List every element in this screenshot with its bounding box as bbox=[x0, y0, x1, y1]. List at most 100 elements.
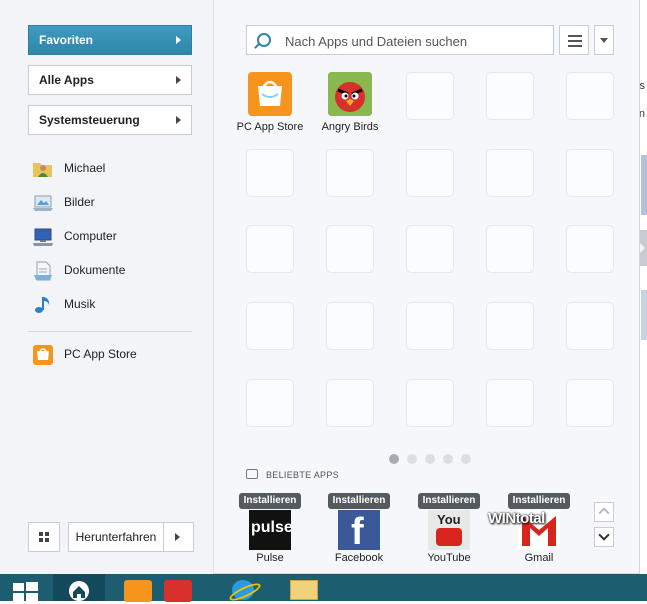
youtube-tube-mark bbox=[436, 528, 462, 546]
nav-favorites-label: Favoriten bbox=[39, 33, 94, 47]
place-item-musik[interactable]: Musik bbox=[32, 293, 192, 317]
shutdown-button[interactable]: Herunterfahren bbox=[68, 522, 164, 552]
popular-app-facebook: Installieren f Facebook bbox=[319, 492, 399, 564]
facebook-icon: f bbox=[338, 510, 380, 550]
nav-control-panel-label: Systemsteuerung bbox=[39, 113, 140, 127]
chevron-right-icon bbox=[176, 36, 181, 44]
scroll-up-button[interactable] bbox=[594, 502, 614, 522]
windows-start-button[interactable] bbox=[0, 574, 44, 601]
background-strip bbox=[641, 290, 647, 340]
youtube-icon: You bbox=[428, 510, 470, 550]
place-label: Musik bbox=[64, 297, 96, 311]
empty-tile-slot[interactable] bbox=[326, 225, 374, 273]
place-label: Computer bbox=[64, 229, 117, 243]
empty-tile-slot[interactable] bbox=[566, 225, 614, 273]
place-label: Michael bbox=[64, 161, 106, 175]
empty-tile-slot[interactable] bbox=[246, 379, 294, 427]
empty-tile-slot[interactable] bbox=[406, 225, 454, 273]
chevron-right-icon bbox=[176, 76, 181, 84]
taskbar bbox=[0, 574, 647, 604]
empty-tile-slot[interactable] bbox=[566, 72, 614, 120]
taskbar-internet-explorer[interactable] bbox=[222, 574, 266, 604]
app-name: Facebook bbox=[334, 552, 384, 564]
empty-tile-slot[interactable] bbox=[486, 72, 534, 120]
empty-tile-slot[interactable] bbox=[566, 302, 614, 350]
folder-icon bbox=[290, 580, 318, 600]
install-button[interactable]: Installieren bbox=[417, 493, 481, 509]
place-item-bilder[interactable]: Bilder bbox=[32, 191, 192, 215]
shutdown-options-button[interactable] bbox=[164, 522, 194, 552]
shopping-bag-icon bbox=[246, 469, 258, 479]
page-dot[interactable] bbox=[443, 454, 453, 464]
search-icon bbox=[257, 33, 271, 47]
divider bbox=[28, 331, 192, 332]
empty-tile-slot[interactable] bbox=[486, 302, 534, 350]
background-strip bbox=[641, 155, 647, 215]
watermark: WINtotal bbox=[488, 510, 545, 527]
favorite-app-angry-birds[interactable]: Angry Birds bbox=[310, 72, 390, 133]
popular-app-gmail: Installieren Gmail bbox=[499, 492, 579, 564]
place-item-computer[interactable]: Computer bbox=[32, 225, 192, 249]
angry-birds-icon bbox=[164, 580, 192, 602]
empty-tile-slot[interactable] bbox=[326, 302, 374, 350]
empty-tile-slot[interactable] bbox=[406, 302, 454, 350]
page-dot[interactable] bbox=[389, 454, 399, 464]
app-name: YouTube bbox=[427, 552, 471, 564]
empty-tile-slot[interactable] bbox=[326, 149, 374, 197]
empty-tile-slot[interactable] bbox=[326, 379, 374, 427]
pinned-item-pc-app-store[interactable]: PC App Store bbox=[32, 343, 192, 367]
install-button[interactable]: Installieren bbox=[327, 493, 391, 509]
empty-tile-slot[interactable] bbox=[246, 149, 294, 197]
empty-tile-slot[interactable] bbox=[406, 379, 454, 427]
empty-tile-slot[interactable] bbox=[566, 379, 614, 427]
page-dot[interactable] bbox=[407, 454, 417, 464]
list-view-button[interactable] bbox=[559, 25, 589, 55]
app-name: Pulse bbox=[256, 552, 284, 564]
favorite-app-pc-app-store[interactable]: PC App Store bbox=[230, 72, 310, 133]
pc-app-store-icon bbox=[33, 345, 53, 365]
nav-all-apps-button[interactable]: Alle Apps bbox=[28, 65, 192, 95]
search-box[interactable] bbox=[246, 25, 554, 55]
empty-tile-slot[interactable] bbox=[486, 149, 534, 197]
start-menu: Favoriten Alle Apps Systemsteuerung Mich… bbox=[0, 0, 640, 574]
app-name: Gmail bbox=[524, 552, 554, 564]
user-folder-icon bbox=[33, 163, 52, 177]
empty-tile-slot[interactable] bbox=[406, 149, 454, 197]
page-dot[interactable] bbox=[461, 454, 471, 464]
place-label: Bilder bbox=[64, 195, 95, 209]
nav-all-apps-label: Alle Apps bbox=[39, 73, 94, 87]
search-input[interactable] bbox=[283, 30, 547, 52]
popular-app-pulse: Installieren pulse Pulse bbox=[230, 492, 310, 564]
left-pane: Favoriten Alle Apps Systemsteuerung Mich… bbox=[0, 0, 214, 574]
facebook-logo-text: f bbox=[351, 511, 364, 550]
empty-tile-slot[interactable] bbox=[246, 225, 294, 273]
taskbar-home-button[interactable] bbox=[53, 574, 105, 601]
documents-icon bbox=[34, 261, 52, 281]
nav-favorites-button[interactable]: Favoriten bbox=[28, 25, 192, 55]
place-item-michael[interactable]: Michael bbox=[32, 157, 192, 181]
nav-control-panel-button[interactable]: Systemsteuerung bbox=[28, 105, 192, 135]
app-name: Angry Birds bbox=[321, 121, 379, 133]
install-button[interactable]: Installieren bbox=[238, 493, 302, 509]
empty-tile-slot[interactable] bbox=[566, 149, 614, 197]
tiles-view-button[interactable] bbox=[28, 522, 60, 552]
youtube-logo-text: You bbox=[437, 512, 461, 527]
taskbar-angry-birds[interactable] bbox=[160, 574, 204, 602]
home-icon bbox=[69, 581, 89, 601]
view-options-dropdown[interactable] bbox=[594, 25, 614, 55]
empty-tile-slot[interactable] bbox=[486, 379, 534, 427]
empty-tile-slot[interactable] bbox=[406, 72, 454, 120]
app-name: PC App Store bbox=[236, 121, 304, 133]
scroll-down-button[interactable] bbox=[594, 527, 614, 547]
empty-tile-slot[interactable] bbox=[246, 302, 294, 350]
pulse-icon: pulse bbox=[249, 510, 291, 550]
taskbar-file-explorer[interactable] bbox=[282, 574, 326, 601]
popular-app-youtube: Installieren You YouTube bbox=[409, 492, 489, 564]
page-dot[interactable] bbox=[425, 454, 435, 464]
chevron-right-icon bbox=[176, 116, 181, 124]
install-button[interactable]: Installieren bbox=[507, 493, 571, 509]
music-icon bbox=[35, 297, 50, 313]
place-item-dokumente[interactable]: Dokumente bbox=[32, 259, 192, 283]
taskbar-pc-app-store[interactable] bbox=[118, 574, 162, 602]
empty-tile-slot[interactable] bbox=[486, 225, 534, 273]
